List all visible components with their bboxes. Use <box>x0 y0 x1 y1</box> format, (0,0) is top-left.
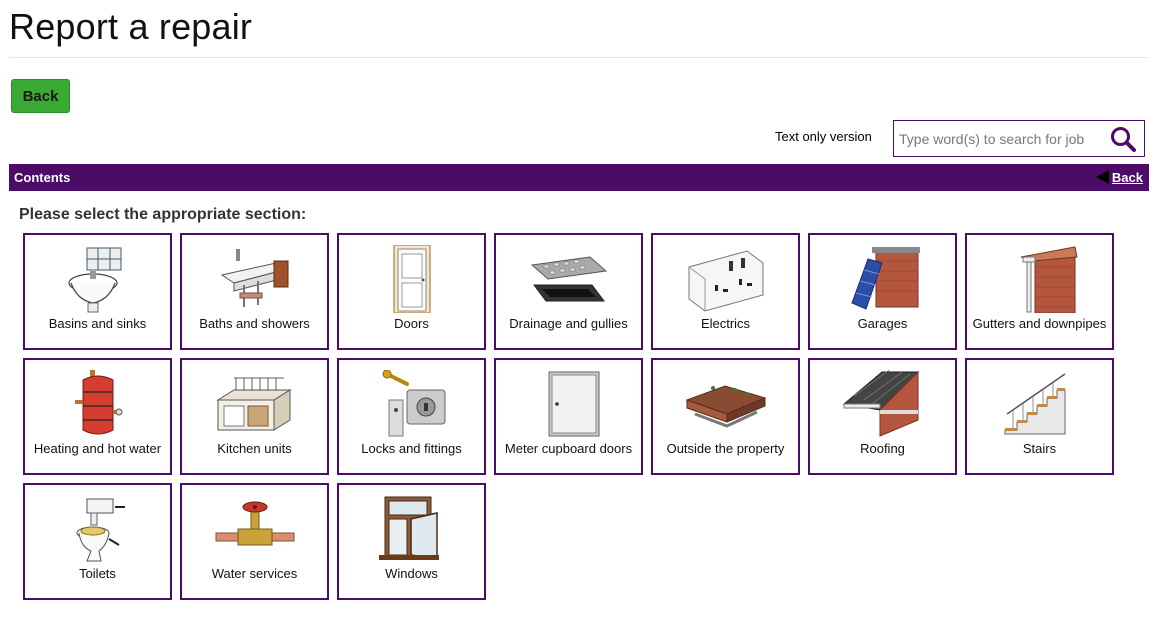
section-label: Outside the property <box>666 441 785 456</box>
title-divider <box>9 57 1148 58</box>
section-label: Doors <box>394 316 429 331</box>
section-tile-gutters-and-downpipes[interactable]: Gutters and downpipes <box>965 233 1114 350</box>
section-tile-toilets[interactable]: Toilets <box>23 483 172 600</box>
stairs-icon <box>1004 373 1065 435</box>
kitchen-icon <box>215 377 292 431</box>
section-tile-roofing[interactable]: Roofing <box>808 358 957 475</box>
gutter-icon <box>1020 246 1078 313</box>
section-tile-kitchen-units[interactable]: Kitchen units <box>180 358 329 475</box>
section-tile-garages[interactable]: Garages <box>808 233 957 350</box>
section-label: Drainage and gullies <box>509 316 628 331</box>
page-title: Report a repair <box>9 6 253 47</box>
roof-icon <box>842 370 919 437</box>
section-label: Kitchen units <box>217 441 292 456</box>
bath-icon <box>220 249 289 307</box>
toilet-icon <box>76 498 125 562</box>
section-tile-locks-and-fittings[interactable]: Locks and fittings <box>337 358 486 475</box>
wall-icon <box>685 385 766 428</box>
basin-icon <box>67 247 121 313</box>
contents-back-link[interactable]: Back <box>1095 169 1143 185</box>
drain-icon <box>530 256 607 302</box>
section-tile-doors[interactable]: Doors <box>337 233 486 350</box>
section-tile-meter-cupboard-doors[interactable]: Meter cupboard doors <box>494 358 643 475</box>
section-label: Heating and hot water <box>33 441 162 456</box>
search-input[interactable] <box>894 121 1104 156</box>
door-icon <box>392 245 431 313</box>
contents-back-label: Back <box>1111 170 1143 185</box>
section-label: Baths and showers <box>199 316 310 331</box>
section-tile-drainage-and-gullies[interactable]: Drainage and gullies <box>494 233 643 350</box>
search-icon[interactable] <box>1110 126 1136 152</box>
section-tile-water-services[interactable]: Water services <box>180 483 329 600</box>
section-label: Meter cupboard doors <box>504 441 633 456</box>
cylinder-icon <box>74 370 122 435</box>
section-label: Garages <box>857 316 908 331</box>
meter-cupboard-icon <box>548 371 599 437</box>
section-label: Windows <box>385 566 438 581</box>
section-label: Toilets <box>79 566 116 581</box>
search-box <box>893 120 1145 157</box>
section-grid: Basins and sinks Baths and showers Doors <box>23 233 1114 600</box>
section-label: Electrics <box>700 316 751 331</box>
contents-label: Contents <box>14 170 71 185</box>
lock-icon <box>382 370 445 437</box>
section-tile-electrics[interactable]: Electrics <box>651 233 800 350</box>
section-label: Roofing <box>860 441 905 456</box>
section-label: Basins and sinks <box>48 316 147 331</box>
section-label: Water services <box>211 566 298 581</box>
section-tile-windows[interactable]: Windows <box>337 483 486 600</box>
garage-icon <box>850 247 920 310</box>
text-only-version-link[interactable]: Text only version <box>775 129 872 144</box>
section-label: Stairs <box>1022 441 1057 456</box>
back-arrow-icon <box>1095 169 1109 184</box>
back-button[interactable]: Back <box>11 79 70 113</box>
section-tile-heating-and-hot-water[interactable]: Heating and hot water <box>23 358 172 475</box>
section-label: Gutters and downpipes <box>972 316 1107 331</box>
window-icon <box>378 496 439 560</box>
socket-icon <box>688 250 763 312</box>
section-tile-baths-and-showers[interactable]: Baths and showers <box>180 233 329 350</box>
section-label: Locks and fittings <box>361 441 462 456</box>
section-tile-outside-the-property[interactable]: Outside the property <box>651 358 800 475</box>
contents-bar: Contents Back <box>9 164 1149 191</box>
section-tile-basins-and-sinks[interactable]: Basins and sinks <box>23 233 172 350</box>
section-tile-stairs[interactable]: Stairs <box>965 358 1114 475</box>
valve-icon <box>215 501 294 546</box>
section-instruction: Please select the appropriate section: <box>19 206 307 223</box>
